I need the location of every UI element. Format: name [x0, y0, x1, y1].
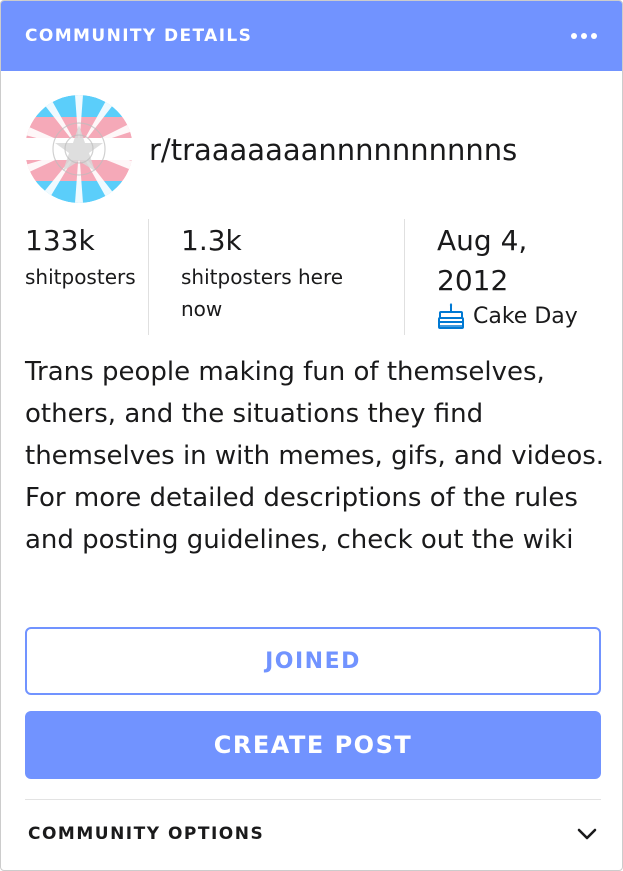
chevron-down-icon	[577, 828, 597, 840]
header-title: COMMUNITY DETAILS	[25, 26, 253, 46]
menu-dot	[571, 33, 577, 39]
create-post-button[interactable]: CREATE POST	[25, 711, 601, 779]
cake-icon	[438, 303, 464, 329]
created-stat: Aug 4, 2012 Cake Day	[437, 221, 607, 333]
community-options-toggle[interactable]: COMMUNITY OPTIONS	[25, 809, 601, 859]
created-date: Aug 4, 2012	[437, 224, 528, 297]
community-description: Trans people making fun of themselves, o…	[25, 357, 605, 555]
cake-day-row: Cake Day	[437, 301, 607, 333]
options-divider	[25, 799, 601, 800]
menu-dot	[591, 33, 597, 39]
stat-divider	[404, 219, 405, 335]
community-avatar[interactable]	[25, 95, 133, 203]
card-header: COMMUNITY DETAILS	[1, 1, 622, 71]
community-details-card: COMMUNITY DETAILS r/traaaaaaannnnnnnnnns…	[0, 0, 623, 871]
online-stat: 1.3k shitposters here now	[181, 221, 391, 325]
community-name[interactable]: r/traaaaaaannnnnnnnnns	[149, 131, 517, 169]
online-label: shitposters here now	[181, 265, 344, 321]
stat-divider	[148, 219, 149, 335]
members-stat: 133k shitposters	[25, 221, 143, 293]
menu-dot	[581, 33, 587, 39]
online-count: 1.3k	[181, 224, 242, 257]
community-options-label: COMMUNITY OPTIONS	[28, 824, 265, 844]
more-options-icon[interactable]	[568, 23, 600, 49]
cake-day-label: Cake Day	[473, 304, 578, 329]
trans-flag-avatar-icon	[25, 95, 133, 203]
members-count: 133k	[25, 224, 95, 257]
members-label: shitposters	[25, 265, 136, 289]
joined-button[interactable]: JOINED	[25, 627, 601, 695]
